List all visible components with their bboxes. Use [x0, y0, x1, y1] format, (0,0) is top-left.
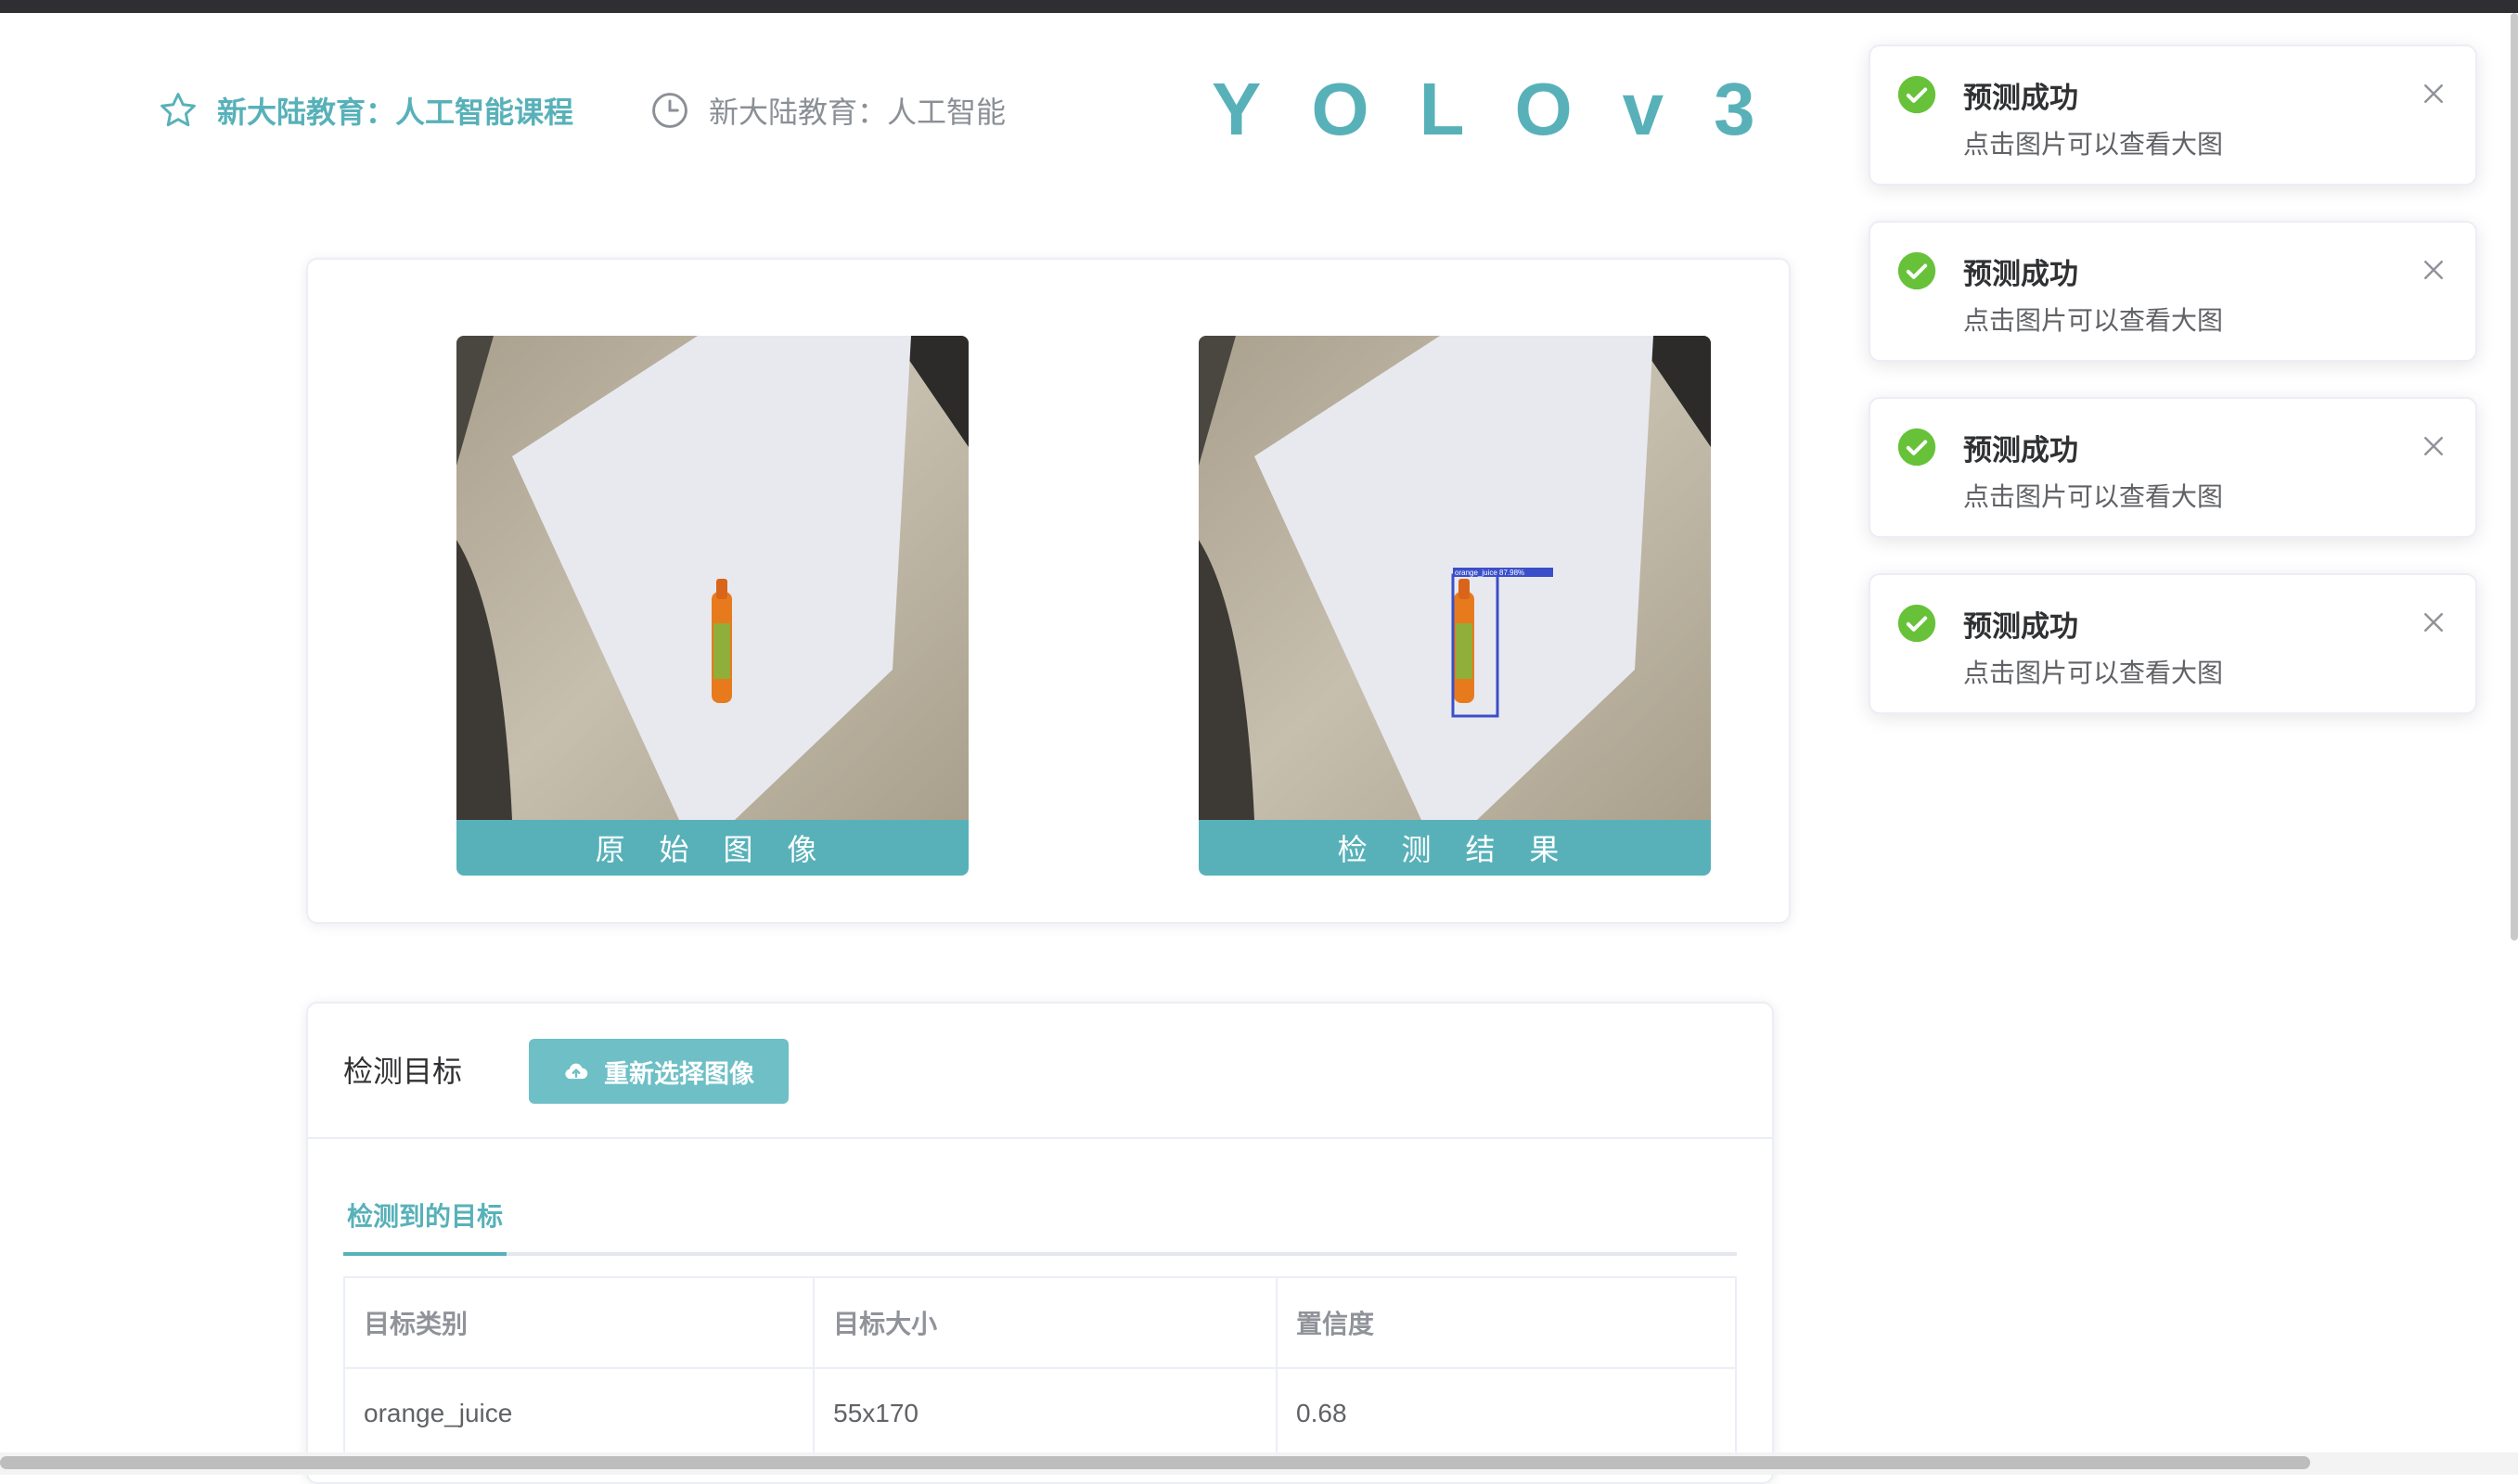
notification-success[interactable]: 预测成功 点击图片可以查看大图: [1869, 397, 2477, 538]
notification-success[interactable]: 预测成功 点击图片可以查看大图: [1869, 573, 2477, 714]
success-check-icon: [1897, 604, 1936, 643]
notification-title: 预测成功: [1963, 258, 2078, 290]
notification-title: 预测成功: [1963, 434, 2078, 467]
column-header-confidence: 置信度: [1276, 1276, 1737, 1369]
table-row: orange_juice 55x170 0.68: [342, 1367, 1737, 1460]
notification-title: 预测成功: [1963, 82, 2078, 114]
detection-table: 目标类别 目标大小 置信度 orange_juice 55x170 0.68: [342, 1276, 1737, 1460]
nav-link-ai[interactable]: 新大陆教育：人工智能: [649, 89, 1006, 132]
reselect-image-label: 重新选择图像: [604, 1059, 754, 1088]
notification-title: 预测成功: [1963, 610, 2078, 643]
star-icon: [161, 93, 196, 127]
clock-icon: [652, 93, 687, 128]
column-header-size: 目标大小: [813, 1276, 1278, 1369]
nav-link-ai-course[interactable]: 新大陆教育：人工智能课程: [158, 89, 573, 132]
cell-size: 55x170: [813, 1367, 1278, 1460]
close-icon[interactable]: [2420, 432, 2447, 460]
success-check-icon: [1897, 75, 1936, 114]
nav-link-label: 新大陆教育：人工智能课程: [217, 96, 574, 129]
detection-card: 检测目标 重新选择图像 检测到的目标 目标类别 目标大小 置信度 orange_…: [306, 1002, 1774, 1484]
result-caption: 检 测 结 果: [1199, 820, 1711, 876]
notification-success[interactable]: 预测成功 点击图片可以查看大图: [1869, 45, 2477, 186]
notification-message: 点击图片可以查看大图: [1963, 482, 2224, 511]
tab-bar: 检测到的目标: [343, 1196, 1737, 1256]
close-icon[interactable]: [2420, 256, 2447, 284]
original-caption: 原 始 图 像: [456, 820, 969, 876]
column-header-class: 目标类别: [342, 1276, 816, 1369]
table-header-row: 目标类别 目标大小 置信度: [342, 1276, 1737, 1369]
result-photo: orange_juice 87.98%: [1199, 336, 1711, 820]
reselect-image-button[interactable]: 重新选择图像: [529, 1039, 789, 1104]
detection-box-label: orange_juice 87.98%: [1455, 569, 1524, 577]
tab-detected-targets[interactable]: 检测到的目标: [343, 1196, 507, 1256]
notification-message: 点击图片可以查看大图: [1963, 130, 2224, 159]
notification-message: 点击图片可以查看大图: [1963, 306, 2224, 335]
notification-success[interactable]: 预测成功 点击图片可以查看大图: [1869, 221, 2477, 362]
nav-link-label: 新大陆教育：人工智能: [709, 96, 1007, 129]
browser-top-bar: [0, 0, 2518, 13]
notification-message: 点击图片可以查看大图: [1963, 659, 2224, 687]
cloud-upload-icon: [565, 1063, 588, 1080]
success-check-icon: [1897, 428, 1936, 467]
cell-class: orange_juice: [342, 1367, 816, 1460]
image-card: 原 始 图 像 orange_juice 87.98% 检 测 结 果: [306, 258, 1791, 924]
close-icon[interactable]: [2420, 608, 2447, 636]
detection-title: 检测目标: [343, 1055, 463, 1088]
cell-confidence: 0.68: [1276, 1367, 1737, 1460]
original-image[interactable]: 原 始 图 像: [456, 336, 969, 876]
vertical-scrollbar[interactable]: [2511, 13, 2518, 940]
horizontal-scrollbar[interactable]: [0, 1456, 2310, 1469]
brand-title: YOLOv3 –: [1212, 68, 1968, 150]
success-check-icon: [1897, 251, 1936, 290]
close-icon[interactable]: [2420, 80, 2447, 108]
result-image[interactable]: orange_juice 87.98% 检 测 结 果: [1199, 336, 1711, 876]
original-photo: [456, 336, 969, 820]
detection-card-header: 检测目标 重新选择图像: [308, 1004, 1772, 1139]
